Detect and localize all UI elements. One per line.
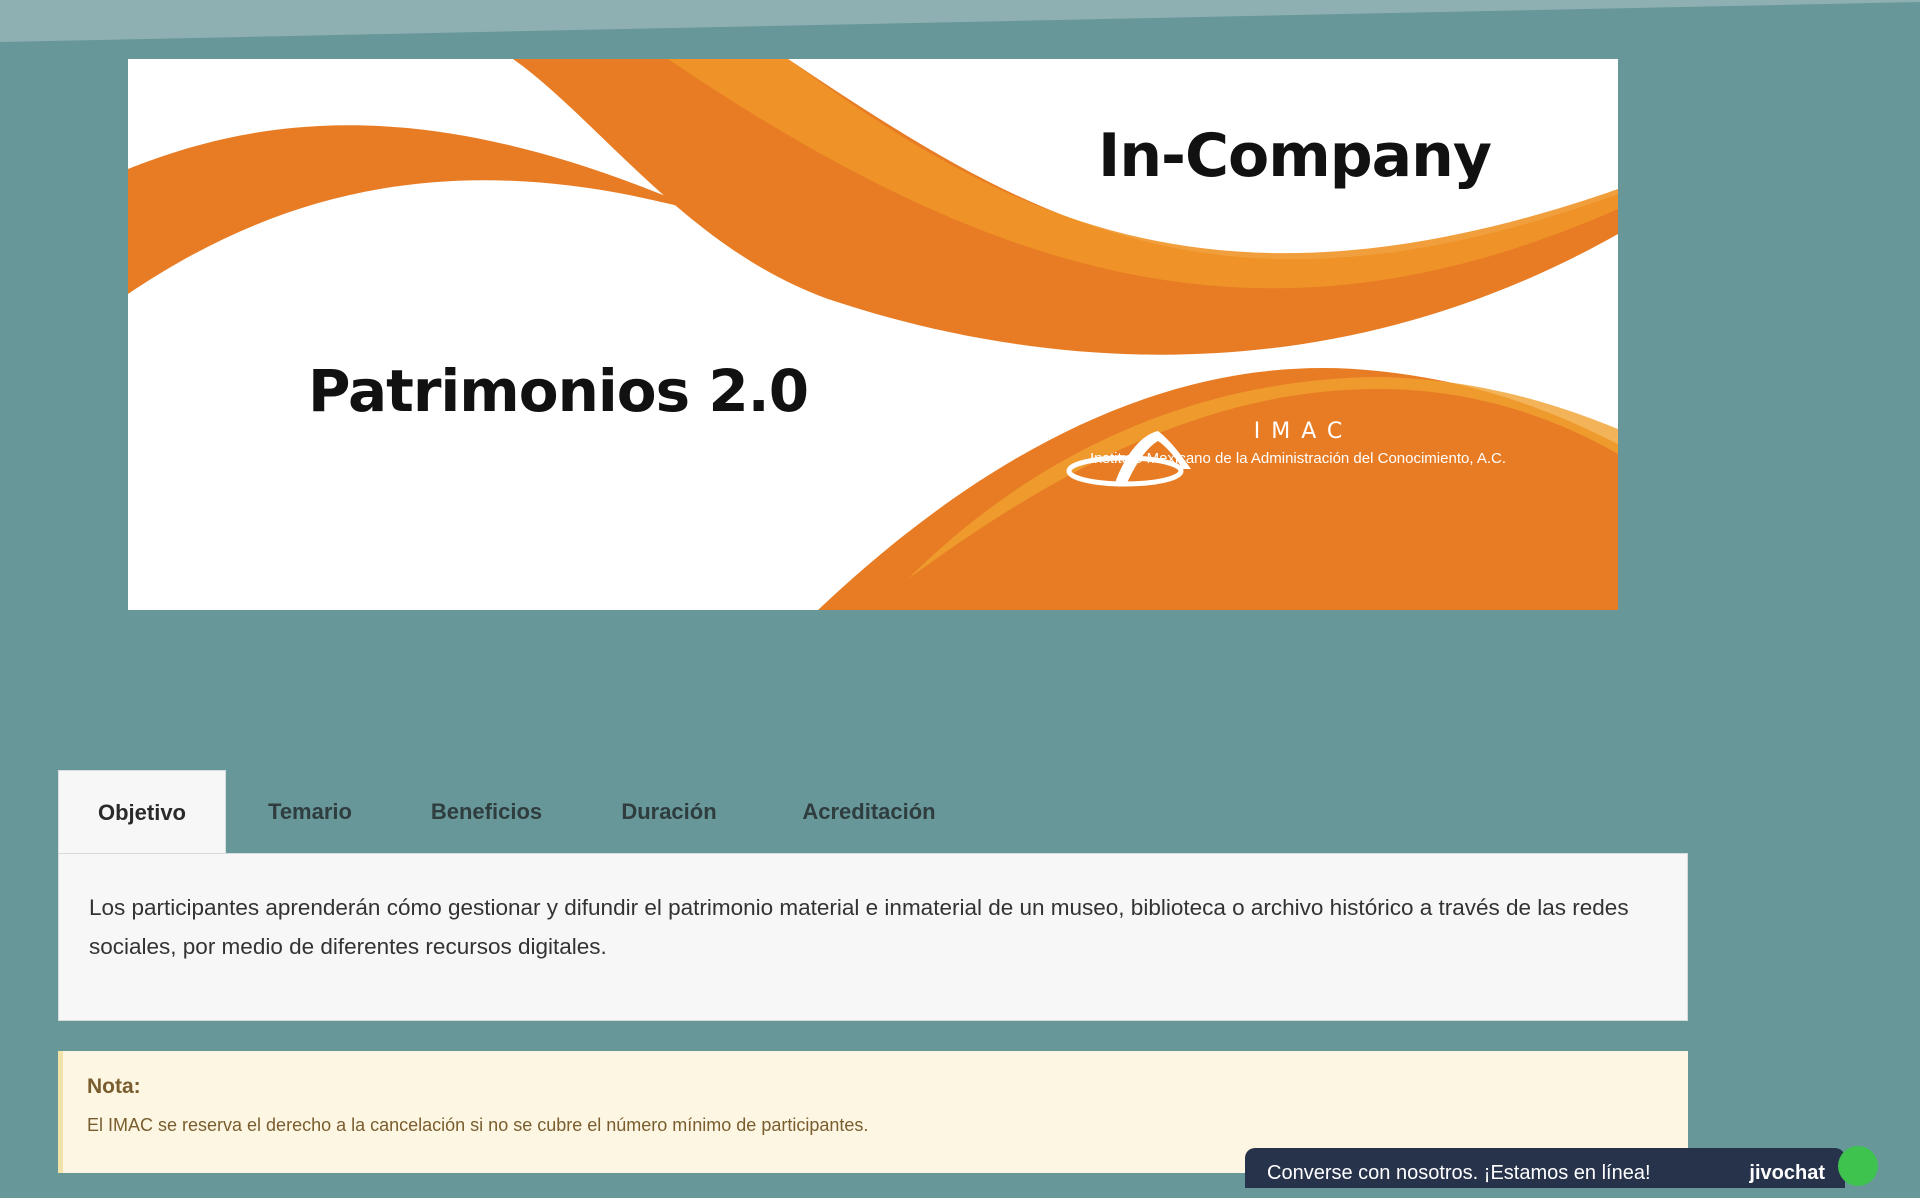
chat-brand: jivochat — [1749, 1162, 1825, 1184]
tab-panel-objetivo: Los participantes aprenderán cómo gestio… — [58, 853, 1688, 1021]
objetivo-text: Los participantes aprenderán cómo gestio… — [89, 895, 1629, 959]
banner-title-course: Patrimonios 2.0 — [308, 357, 809, 425]
chat-status-icon — [1838, 1146, 1878, 1186]
imac-arch-logo-icon — [1066, 431, 1191, 487]
course-tabs: Objetivo Temario Beneficios Duración Acr… — [58, 770, 1688, 854]
tab-duracion[interactable]: Duración — [579, 770, 759, 854]
course-banner: In-Company Patrimonios 2.0 IMAC Institut… — [128, 59, 1618, 610]
tab-acreditacion[interactable]: Acreditación — [759, 770, 979, 854]
top-strip — [0, 0, 1920, 42]
imac-logo: IMAC Instituto Mexicano de la Administra… — [1063, 419, 1533, 487]
note-text: El IMAC se reserva el derecho a la cance… — [87, 1115, 869, 1135]
chat-widget-button[interactable]: Converse con nosotros. ¡Estamos en línea… — [1245, 1148, 1845, 1188]
tab-beneficios[interactable]: Beneficios — [394, 770, 579, 854]
tab-temario[interactable]: Temario — [226, 770, 394, 854]
banner-title-in-company: In-Company — [1098, 121, 1492, 191]
tab-objetivo[interactable]: Objetivo — [58, 770, 226, 854]
note-title: Nota: — [87, 1075, 141, 1098]
